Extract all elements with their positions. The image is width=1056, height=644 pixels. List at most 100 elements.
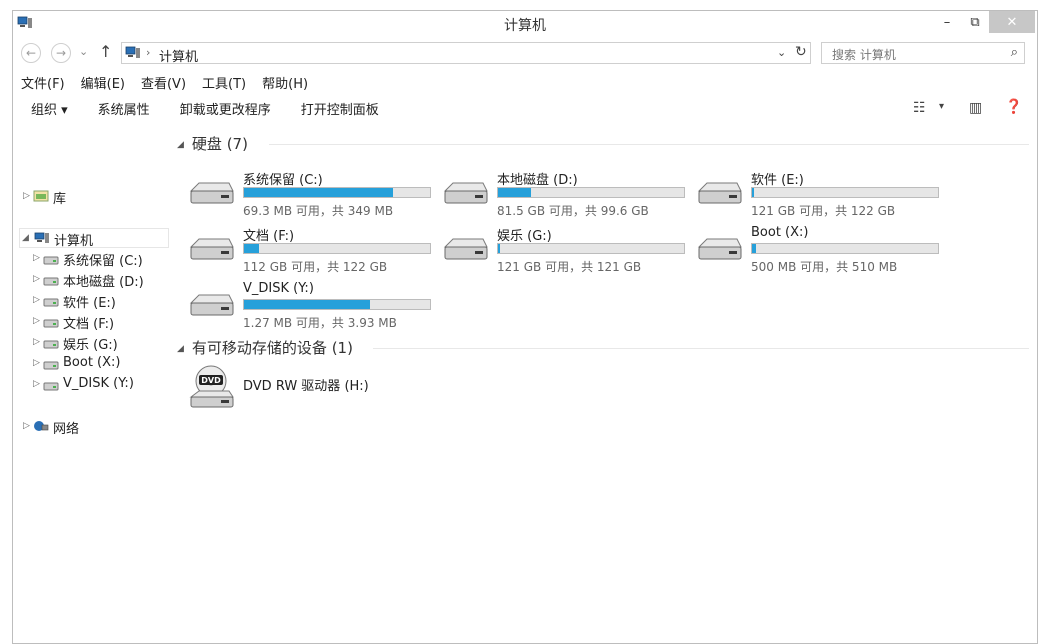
drive-usage-fill xyxy=(498,188,532,197)
tree-item-drive[interactable]: ▷ 娱乐 (G:) xyxy=(13,333,163,353)
tree-label-drive: Boot (X:) xyxy=(63,355,121,370)
forward-arrow-icon: → xyxy=(55,46,67,60)
group-header-removable[interactable]: ◢ 有可移动存储的设备 (1) xyxy=(177,337,353,359)
drive-tile[interactable]: 娱乐 (G:) 121 GB 可用，共 121 GB xyxy=(431,225,685,277)
help-icon[interactable]: ❓ xyxy=(1005,99,1022,115)
tree-item-drive[interactable]: ▷ 文档 (F:) xyxy=(13,312,163,332)
breadcrumb-separator-icon[interactable]: › xyxy=(146,46,150,59)
tree-item-drive[interactable]: ▷ 系统保留 (C:) xyxy=(13,249,163,269)
collapse-arrow-icon[interactable]: ◢ xyxy=(22,233,29,243)
collapse-arrow-icon[interactable]: ◢ xyxy=(177,344,184,354)
group-divider xyxy=(373,348,1029,349)
back-button[interactable]: ← xyxy=(21,43,41,63)
up-arrow-icon[interactable]: ↑ xyxy=(99,42,112,61)
collapse-arrow-icon[interactable]: ◢ xyxy=(177,140,184,150)
expand-arrow-icon[interactable]: ▷ xyxy=(33,337,40,347)
drive-name: 软件 (E:) xyxy=(751,173,804,188)
drive-size-text: 81.5 GB 可用，共 99.6 GB xyxy=(497,204,649,218)
refresh-icon[interactable]: ↻ xyxy=(795,44,807,60)
close-button[interactable]: ✕ xyxy=(989,11,1035,33)
tree-label-library: 库 xyxy=(53,192,67,207)
command-bar: 组织 ▾ 系统属性 卸载或更改程序 打开控制面板 xyxy=(31,99,379,121)
drive-tile[interactable]: 软件 (E:) 121 GB 可用，共 122 GB xyxy=(685,169,939,221)
preview-pane-icon[interactable]: ▥ xyxy=(969,100,982,116)
tree-label-drive: V_DISK (Y:) xyxy=(63,376,134,391)
tree-item-drive[interactable]: ▷ 软件 (E:) xyxy=(13,291,163,311)
title-bar: 计算机 – ⧉ ✕ xyxy=(13,11,1037,37)
drive-size-text: 500 MB 可用，共 510 MB xyxy=(751,260,898,274)
drive-name: 系统保留 (C:) xyxy=(243,173,323,188)
menu-bar: 文件(F) 编辑(E) 查看(V) 工具(T) 帮助(H) xyxy=(21,73,308,95)
drive-tile[interactable]: V_DISK (Y:) 1.27 MB 可用，共 3.93 MB xyxy=(177,281,431,333)
drive-tile[interactable]: 本地磁盘 (D:) 81.5 GB 可用，共 99.6 GB xyxy=(431,169,685,221)
hard-drive-icon xyxy=(697,238,742,260)
drive-tile[interactable]: 系统保留 (C:) 69.3 MB 可用，共 349 MB xyxy=(177,169,431,221)
drive-usage-fill xyxy=(244,188,393,197)
drive-size-text: 112 GB 可用，共 122 GB xyxy=(243,260,388,274)
drive-name: 文档 (F:) xyxy=(243,229,295,244)
view-options-dropdown-icon[interactable]: ▾ xyxy=(939,101,944,112)
system-properties-button[interactable]: 系统属性 xyxy=(98,99,150,121)
address-dropdown-icon[interactable]: ⌄ xyxy=(777,46,786,59)
explorer-window: 计算机 – ⧉ ✕ ← → ⌄ ↑ › 计算机 ⌄ ↻ 搜索 计算机 ⌕ 文件(… xyxy=(12,10,1038,644)
library-icon xyxy=(33,190,49,202)
search-icon[interactable]: ⌕ xyxy=(1011,45,1018,60)
search-input[interactable]: 搜索 计算机 ⌕ xyxy=(821,42,1025,64)
menu-tools[interactable]: 工具(T) xyxy=(202,73,246,95)
drive-tile[interactable]: 文档 (F:) 112 GB 可用，共 122 GB xyxy=(177,225,431,277)
forward-button[interactable]: → xyxy=(51,43,71,63)
change-view-icon[interactable]: ☷ xyxy=(913,100,926,116)
tree-item-computer[interactable]: ◢ 计算机 xyxy=(19,228,169,249)
hard-drive-icon xyxy=(189,182,234,204)
drive-usage-fill xyxy=(244,244,259,253)
drive-usage-fill xyxy=(752,188,754,197)
drive-size-text: 121 GB 可用，共 122 GB xyxy=(751,204,896,218)
search-placeholder: 搜索 计算机 xyxy=(832,48,896,62)
open-control-panel-button[interactable]: 打开控制面板 xyxy=(301,99,379,121)
drive-usage-fill xyxy=(498,244,500,253)
drive-icon xyxy=(43,382,59,391)
organize-button[interactable]: 组织 ▾ xyxy=(31,99,68,121)
menu-file[interactable]: 文件(F) xyxy=(21,73,65,95)
address-bar[interactable]: › 计算机 ⌄ ↻ xyxy=(121,42,811,65)
drive-size-text: 69.3 MB 可用，共 349 MB xyxy=(243,204,394,218)
expand-arrow-icon[interactable]: ▷ xyxy=(33,295,40,305)
expand-arrow-icon[interactable]: ▷ xyxy=(33,358,40,368)
recent-locations-dropdown[interactable]: ⌄ xyxy=(79,45,88,58)
drive-size-text: 121 GB 可用，共 121 GB xyxy=(497,260,642,274)
tree-item-drive[interactable]: ▷ V_DISK (Y:) xyxy=(13,375,163,395)
menu-edit[interactable]: 编辑(E) xyxy=(81,73,125,95)
tree-item-network[interactable]: ▷ 网络 xyxy=(13,417,163,437)
expand-arrow-icon[interactable]: ▷ xyxy=(23,421,30,431)
drive-tile[interactable]: Boot (X:) 500 MB 可用，共 510 MB xyxy=(685,225,939,277)
dvd-drive-icon: DVD xyxy=(189,365,234,408)
drive-icon xyxy=(43,319,59,328)
back-arrow-icon: ← xyxy=(25,46,37,60)
uninstall-program-button[interactable]: 卸载或更改程序 xyxy=(180,99,271,121)
expand-arrow-icon[interactable]: ▷ xyxy=(33,316,40,326)
group-divider xyxy=(269,144,1029,145)
tree-item-drive[interactable]: ▷ 本地磁盘 (D:) xyxy=(13,270,163,290)
maximize-button[interactable]: ⧉ xyxy=(961,11,989,33)
drive-icon xyxy=(43,277,59,286)
dvd-drive-name: DVD RW 驱动器 (H:) xyxy=(243,379,369,394)
expand-arrow-icon[interactable]: ▷ xyxy=(33,274,40,284)
drive-icon xyxy=(43,256,59,265)
menu-help[interactable]: 帮助(H) xyxy=(262,73,308,95)
expand-arrow-icon[interactable]: ▷ xyxy=(33,253,40,263)
computer-icon xyxy=(34,232,49,243)
group-header-hard-disks[interactable]: ◢ 硬盘 (7) xyxy=(177,133,248,155)
menu-view[interactable]: 查看(V) xyxy=(141,73,186,95)
minimize-button[interactable]: – xyxy=(933,11,961,33)
drive-usage-bar xyxy=(497,187,685,198)
tree-item-drive[interactable]: ▷ Boot (X:) xyxy=(13,354,163,374)
dvd-drive-tile[interactable]: DVD DVD RW 驱动器 (H:) xyxy=(177,365,427,417)
drive-size-text: 1.27 MB 可用，共 3.93 MB xyxy=(243,316,397,330)
drive-icon xyxy=(43,361,59,370)
drive-usage-fill xyxy=(244,300,371,309)
breadcrumb-computer[interactable]: 计算机 xyxy=(159,46,198,65)
expand-arrow-icon[interactable]: ▷ xyxy=(23,191,30,201)
expand-arrow-icon[interactable]: ▷ xyxy=(33,379,40,389)
drive-usage-bar xyxy=(243,299,431,310)
tree-item-library[interactable]: ▷ 库 xyxy=(13,187,163,207)
